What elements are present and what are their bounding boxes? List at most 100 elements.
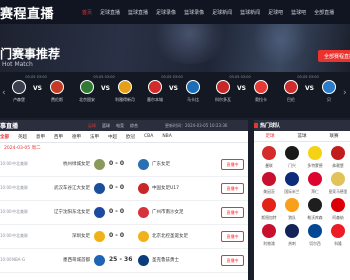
hot-match-card[interactable]: 03-05 03:00 墨尔本城 VS 马卡比 — [142, 72, 208, 118]
club-crest-icon — [331, 224, 345, 238]
away-team-logo-icon — [138, 183, 149, 194]
match-time: 10:00 — [0, 233, 12, 238]
tab-basketball[interactable]: 篮球 — [102, 123, 110, 129]
away-team-name: 中国女足U17 — [152, 186, 180, 191]
team-name: 科尔多瓦 — [215, 97, 231, 102]
nav-item-basketball-news[interactable]: 篮球新闻 — [240, 9, 260, 16]
home-team: 科尔多瓦 — [210, 80, 236, 103]
league-filter-csl[interactable]: 中超 — [108, 134, 117, 140]
league-filter-serie-a[interactable]: 意甲 — [36, 134, 45, 140]
hot-match-card[interactable]: 03-05 03:00 北京国安 VS 利雅得新月 — [74, 72, 140, 118]
club-name: 弗赖堡 — [332, 163, 344, 168]
club-name: 曼联 — [265, 163, 273, 168]
club-item[interactable]: 科隆 — [327, 224, 349, 247]
club-item[interactable]: 阿森纳 — [327, 198, 349, 221]
nav-item-football-forum[interactable]: 足球吧 — [268, 9, 283, 16]
club-name: 利物浦 — [263, 241, 275, 246]
club-item[interactable]: 勒沃库森 — [304, 198, 326, 221]
league-filter-ligue1[interactable]: 法甲 — [90, 134, 99, 140]
tab-esports[interactable]: 电竞 — [116, 123, 124, 129]
club-item[interactable]: 曼联 — [258, 146, 280, 169]
club-item[interactable]: 狼队 — [281, 198, 303, 221]
tab-general[interactable]: 综合 — [130, 123, 138, 129]
club-crest-icon — [285, 172, 299, 186]
away-team-logo-icon — [138, 231, 149, 242]
match-row[interactable]: 10:00 中北美联 武汉车谷江大女足 0 - 0 中国女足U17 直播中 — [0, 177, 248, 201]
tab-basketball[interactable]: 篮球 — [286, 133, 318, 139]
match-score: 0 - 0 — [109, 160, 125, 167]
club-item[interactable]: 斯图加特 — [258, 198, 280, 221]
away-team-name: 北京北控圣诞女足 — [152, 234, 188, 239]
hero-banner: 门赛事推荐 Hot Match — [0, 24, 350, 72]
club-crest-icon — [285, 198, 299, 212]
league-name: NBA-G — [12, 257, 26, 262]
league-filter-ucl[interactable]: 欧冠 — [126, 134, 135, 140]
site-brand[interactable]: 赛程直播 — [0, 3, 54, 22]
hot-match-card[interactable]: 03-05 03:00 巴伦 VS 贝 — [278, 72, 344, 118]
league-filter-cba[interactable]: CBA — [144, 134, 153, 139]
nav-item-home[interactable]: 首页 — [82, 9, 92, 16]
nav-item-football-live[interactable]: 足球直播 — [100, 9, 120, 16]
away-team: 马卡比 — [180, 80, 206, 103]
league-filter-all[interactable]: 全部 — [0, 134, 9, 140]
club-crest-icon — [262, 198, 276, 212]
team-name: 卢森堡 — [13, 97, 25, 102]
nav-item-basketball-forum[interactable]: 篮球吧 — [291, 9, 306, 16]
league-filter-epl[interactable]: 英超 — [18, 134, 27, 140]
match-row[interactable]: 10:00 中北美联 深圳女足 0 - 0 北京北控圣诞女足 直播中 — [0, 225, 248, 249]
match-row[interactable]: 10:00 NBA-G 墨西哥城首都 25 - 36 圣克鲁兹勇士 直播中 — [0, 249, 248, 273]
club-name: 切尔西 — [309, 241, 321, 246]
club-item[interactable]: 拜仁 — [304, 172, 326, 195]
nav-item-football-replay[interactable]: 足球录像 — [156, 9, 176, 16]
club-name: 拜仁 — [311, 189, 319, 194]
hot-teams-tabs: 足球 篮球 联赛 — [254, 131, 350, 142]
match-score: 0 - 0 — [109, 232, 125, 239]
club-item[interactable]: 切尔西 — [304, 224, 326, 247]
team-name: 贝 — [327, 97, 331, 102]
hot-match-card[interactable]: 03-05 03:00 卢森堡 VS 费伦斯 — [6, 72, 72, 118]
league-name: 中北美联 — [12, 233, 28, 238]
league-filter: 全部 英超 意甲 西甲 德甲 法甲 中超 欧冠 CBA NBA — [0, 131, 248, 143]
vs-label: VS — [33, 85, 42, 92]
vs-label: VS — [169, 85, 178, 92]
all-schedule-button[interactable]: 全部赛程直播 — [318, 50, 350, 62]
match-row[interactable]: 10:00 中北美联 杭州绿城女足 0 - 0 广东女足 直播中 — [0, 153, 248, 177]
home-team: 卢森堡 — [6, 80, 32, 103]
club-item[interactable]: 皇家马德里 — [327, 172, 349, 195]
tab-football[interactable]: 足球 — [88, 123, 96, 129]
club-crest-icon — [262, 224, 276, 238]
league-filter-nba[interactable]: NBA — [162, 134, 172, 139]
hot-match-card[interactable]: 03-05 03:00 科尔多瓦 VS 奥拉卡 — [210, 72, 276, 118]
tab-football[interactable]: 足球 — [254, 133, 286, 139]
match-time: 03-05 03:00 — [93, 75, 115, 79]
match-row[interactable]: 10:00 中北美联 辽宁沈阳东北女足 0 - 0 广州市南沙女足 直播中 — [0, 201, 248, 225]
team-logo-icon — [12, 80, 26, 94]
nav-item-basketball-replay[interactable]: 篮球录像 — [184, 9, 204, 16]
watch-live-button[interactable]: 直播中 — [221, 255, 244, 266]
watch-live-button[interactable]: 直播中 — [221, 207, 244, 218]
club-item[interactable]: 多特蒙德 — [304, 146, 326, 169]
home-team-logo-icon — [94, 207, 105, 218]
tab-league[interactable]: 联赛 — [318, 133, 350, 139]
home-team-name: 辽宁沈阳东北女足 — [54, 210, 90, 215]
watch-live-button[interactable]: 直播中 — [221, 231, 244, 242]
nav-item-football-news[interactable]: 足球新闻 — [212, 9, 232, 16]
club-item[interactable]: 弗赖堡 — [327, 146, 349, 169]
club-item[interactable]: 国际米兰 — [281, 172, 303, 195]
league-filter-bundesliga[interactable]: 德甲 — [72, 134, 81, 140]
club-item[interactable]: 利物浦 — [258, 224, 280, 247]
club-name: 国际米兰 — [284, 189, 300, 194]
home-team-name: 深圳女足 — [72, 234, 90, 239]
chevron-right-icon[interactable]: › — [343, 88, 347, 98]
league-filter-laliga[interactable]: 西甲 — [54, 134, 63, 140]
club-item[interactable]: 热刺 — [281, 224, 303, 247]
watch-live-button[interactable]: 直播中 — [221, 183, 244, 194]
club-item[interactable]: 美因茨 — [258, 172, 280, 195]
watch-live-button[interactable]: 直播中 — [221, 159, 244, 170]
nav-item-basketball-live[interactable]: 篮球直播 — [128, 9, 148, 16]
club-item[interactable]: 门兴 — [281, 146, 303, 169]
nav-item-all-live[interactable]: 全部直播 — [314, 9, 334, 16]
club-crest-icon — [331, 146, 345, 160]
club-crest-icon — [331, 198, 345, 212]
match-time: 10:00 — [0, 185, 12, 190]
